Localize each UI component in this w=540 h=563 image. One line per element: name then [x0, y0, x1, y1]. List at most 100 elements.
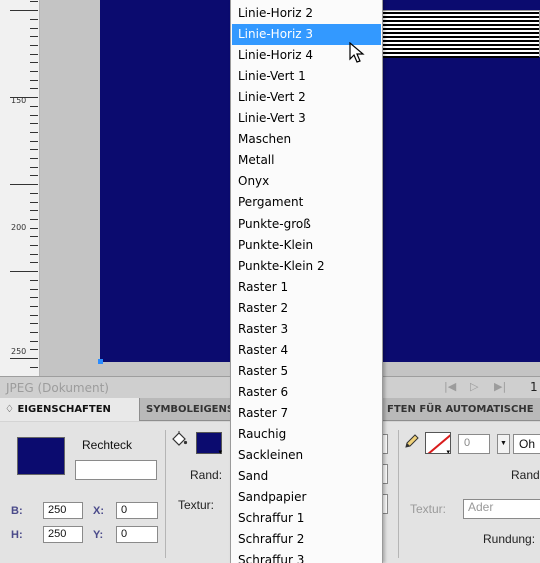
- ruler-tick: [30, 44, 38, 46]
- play-icon[interactable]: ▷: [470, 380, 478, 393]
- ruler-tick: [30, 79, 38, 81]
- ruler-tick: [30, 36, 38, 38]
- vertical-ruler: 150 200 250: [0, 0, 40, 376]
- pattern-stripe: [383, 40, 539, 42]
- ruler-tick: [30, 340, 38, 342]
- stroke-edge-label: Rand: [511, 468, 540, 482]
- last-page-icon[interactable]: ▶|: [494, 380, 506, 393]
- ruler-tick: [30, 245, 38, 246]
- pattern-stripe: [383, 28, 539, 30]
- fill-color-picker[interactable]: ▾: [196, 432, 222, 456]
- dropdown-item[interactable]: Punkte-Klein 2: [232, 256, 381, 277]
- dropdown-item[interactable]: Linie-Vert 2: [232, 87, 381, 108]
- document-title: JPEG (Dokument): [6, 381, 109, 395]
- x-field[interactable]: 0: [116, 502, 158, 519]
- pattern-stripe: [383, 52, 539, 54]
- ruler-label: 250: [11, 347, 27, 356]
- pattern-stripe: [383, 20, 539, 22]
- dropdown-item[interactable]: Sackleinen: [232, 445, 381, 466]
- dropdown-item[interactable]: Raster 6: [232, 382, 381, 403]
- tab-eigenschaften[interactable]: ♢ EIGENSCHAFTEN: [0, 398, 140, 421]
- y-label: Y:: [93, 529, 104, 541]
- stroke-texture-label: Textur:: [410, 502, 447, 516]
- ruler-tick: [30, 253, 38, 255]
- dropdown-item[interactable]: Schraffur 2: [232, 529, 381, 550]
- pattern-stripe: [383, 16, 539, 18]
- ruler-tick: [10, 184, 38, 186]
- ruler-tick: [30, 114, 38, 116]
- ruler-tick: [30, 279, 38, 281]
- stroke-texture-select[interactable]: Ader: [463, 499, 540, 519]
- dropdown-item[interactable]: Sand: [232, 466, 381, 487]
- ruler-tick: [10, 10, 38, 12]
- ruler-tick: [30, 149, 38, 151]
- height-label: H:: [11, 529, 23, 541]
- dropdown-item[interactable]: Raster 2: [232, 298, 381, 319]
- dropdown-item[interactable]: Metall: [232, 150, 381, 171]
- ruler-tick: [30, 166, 38, 168]
- dropdown-item[interactable]: Schraffur 3: [232, 550, 381, 563]
- mouse-cursor-icon: [349, 41, 365, 64]
- ruler-tick: [30, 366, 38, 368]
- fill-texture-label: Textur:: [178, 498, 215, 512]
- panel-divider: [165, 430, 166, 558]
- ruler-tick: [30, 18, 38, 20]
- page-number: 1: [530, 380, 538, 394]
- dropdown-item[interactable]: Schraffur 1: [232, 508, 381, 529]
- selection-handle[interactable]: [98, 359, 103, 364]
- pattern-preview: [382, 10, 540, 58]
- texture-dropdown-list[interactable]: Linie-Horiz 2 Linie-Horiz 3 Linie-Horiz 4L…: [230, 0, 383, 563]
- dropdown-item[interactable]: Pergament: [232, 192, 381, 213]
- roundness-label: Rundung:: [483, 532, 536, 546]
- ruler-tick: [30, 236, 38, 238]
- ruler-tick: [30, 1, 38, 3]
- y-field[interactable]: 0: [116, 526, 158, 543]
- shape-thumbnail: [17, 437, 65, 475]
- ruler-tick: [30, 288, 38, 290]
- dropdown-item[interactable]: Raster 5: [232, 361, 381, 382]
- dropdown-item[interactable]: Onyx: [232, 171, 381, 192]
- pencil-icon: [403, 432, 421, 453]
- dropdown-item[interactable]: Raster 3: [232, 319, 381, 340]
- dropdown-item[interactable]: Punkte-groß: [232, 214, 381, 235]
- dropdown-item[interactable]: Linie-Vert 3: [232, 108, 381, 129]
- height-field[interactable]: 250: [43, 526, 83, 543]
- dropdown-item[interactable]: Raster 4: [232, 340, 381, 361]
- ruler-tick: [10, 271, 38, 273]
- object-name-input[interactable]: [75, 460, 157, 480]
- ruler-tick: [30, 218, 38, 220]
- dropdown-item[interactable]: Linie-Horiz 2: [232, 3, 381, 24]
- ruler-tick: [30, 88, 38, 90]
- chevron-down-icon[interactable]: ▼: [497, 434, 510, 454]
- ruler-tick: [30, 27, 38, 29]
- dropdown-item[interactable]: Raster 1: [232, 277, 381, 298]
- ruler-tick: [30, 123, 38, 125]
- dropdown-item[interactable]: Rauchig: [232, 424, 381, 445]
- ruler-tick: [10, 358, 38, 360]
- ruler-tick: [30, 71, 38, 72]
- paint-bucket-icon: [170, 430, 188, 453]
- stroke-type-select[interactable]: Oh: [513, 434, 540, 454]
- shape-type-label: Rechteck: [82, 438, 133, 452]
- dropdown-item[interactable]: Sandpapier: [232, 487, 381, 508]
- ruler-tick: [30, 140, 38, 142]
- ruler-tick: [30, 314, 38, 316]
- ruler-tick: [30, 53, 38, 55]
- stroke-size-field[interactable]: 0: [458, 434, 490, 454]
- dropdown-item[interactable]: Maschen: [232, 129, 381, 150]
- dropdown-item[interactable]: Punkte-Klein: [232, 235, 381, 256]
- ruler-tick: [30, 349, 38, 351]
- dropdown-item[interactable]: Raster 7: [232, 403, 381, 424]
- width-field[interactable]: 250: [43, 502, 83, 519]
- stroke-color-picker[interactable]: ▾: [425, 432, 451, 454]
- fill-edge-label: Rand:: [190, 468, 223, 482]
- ruler-label: 150: [11, 96, 27, 105]
- dropdown-item[interactable]: Linie-Vert 1: [232, 66, 381, 87]
- ruler-tick: [30, 323, 38, 325]
- pattern-stripe: [383, 36, 539, 38]
- tab-symboleigenschaften[interactable]: SYMBOLEIGENSCHAFTEN: [141, 398, 231, 421]
- first-page-icon[interactable]: |◀: [444, 380, 456, 393]
- width-label: B:: [11, 505, 23, 517]
- pattern-stripe: [383, 12, 539, 14]
- tab-automatische[interactable]: FTEN FÜR AUTOMATISCHE: [382, 398, 540, 421]
